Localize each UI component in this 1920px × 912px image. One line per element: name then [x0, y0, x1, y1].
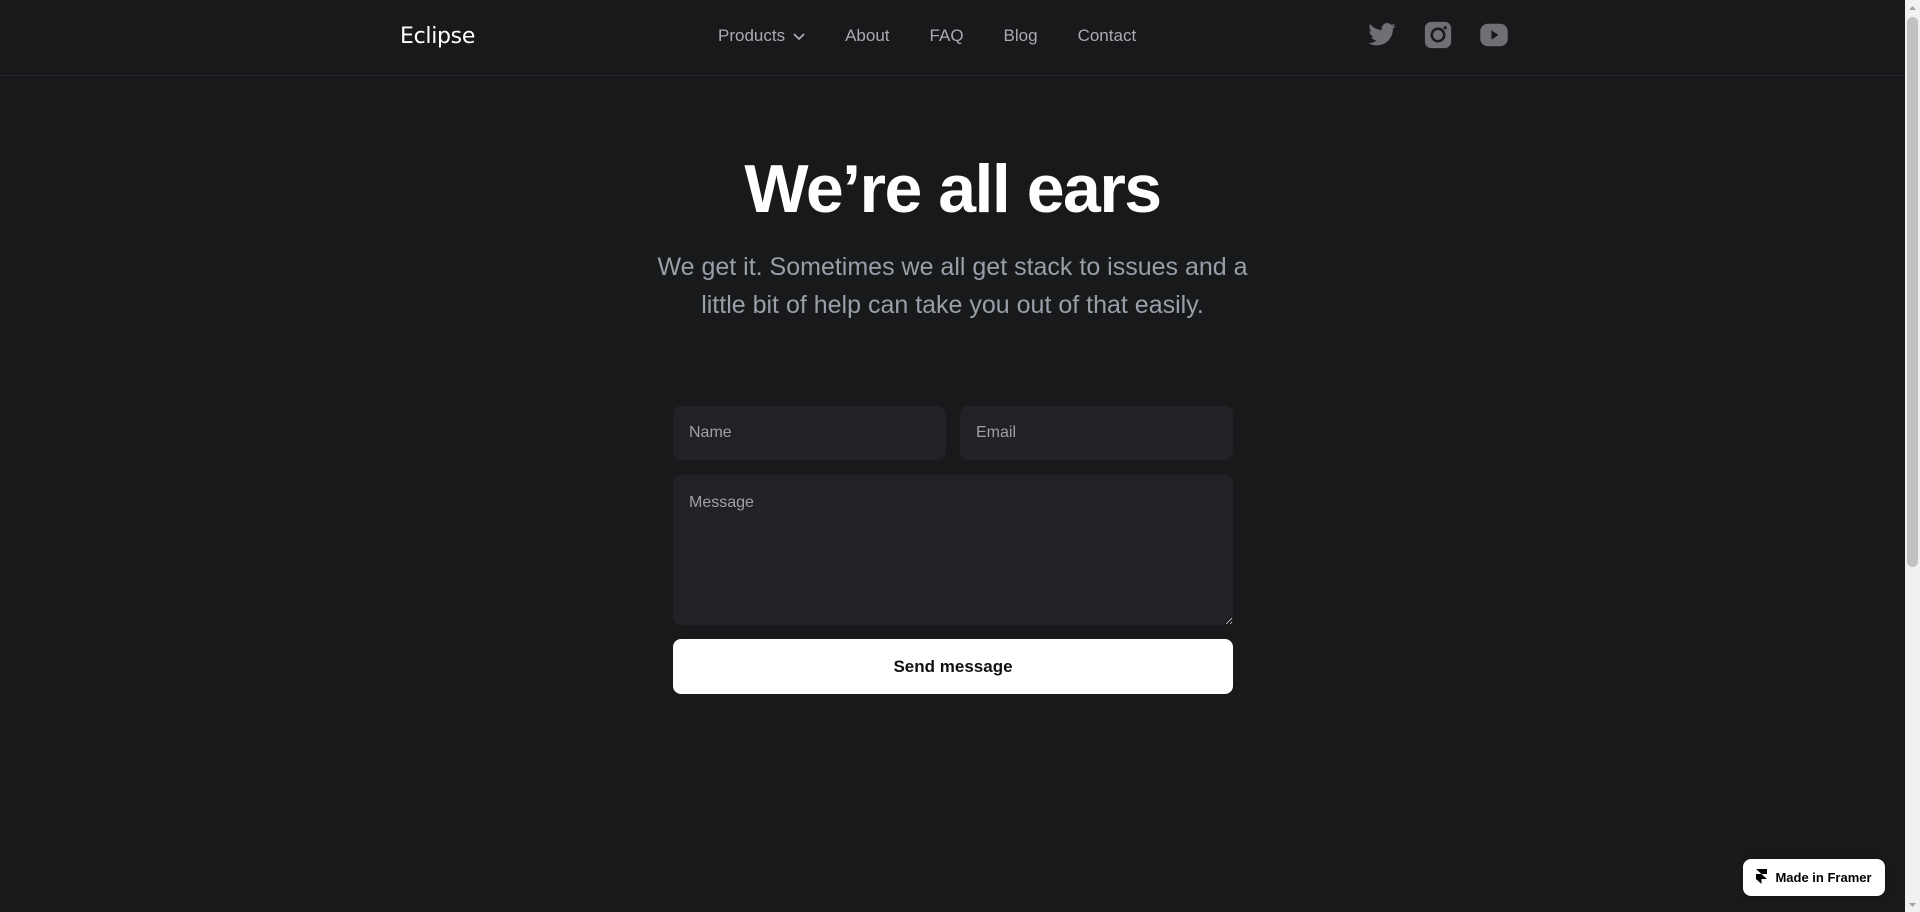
page-subtitle: We get it. Sometimes we all get stack to… [657, 253, 1248, 319]
nav-item-faq[interactable]: FAQ [930, 26, 964, 46]
brand-name: Eclipse [400, 23, 476, 49]
framer-icon [1756, 868, 1768, 887]
nav-item-about[interactable]: About [845, 26, 889, 46]
message-field[interactable] [673, 475, 1233, 625]
page-scrollbar[interactable] [1905, 0, 1920, 912]
brand-logo[interactable]: Eclipse [376, 14, 475, 58]
badge-label: Made in Framer [1775, 870, 1872, 885]
twitter-icon[interactable] [1367, 20, 1397, 50]
main-nav: Products About FAQ Blog Contact [718, 0, 1136, 72]
nav-item-contact[interactable]: Contact [1078, 26, 1137, 46]
page-title: We’re all ears [744, 151, 1162, 227]
contact-form: Send message [673, 406, 1233, 694]
site-header: Eclipse Products About FAQ Blog Contact [0, 0, 1905, 76]
scroll-up-arrow-icon[interactable] [1905, 0, 1920, 15]
youtube-icon[interactable] [1479, 20, 1509, 50]
scroll-down-arrow-icon[interactable] [1905, 897, 1920, 912]
send-message-button[interactable]: Send message [673, 639, 1233, 694]
social-links [1367, 20, 1509, 50]
instagram-icon[interactable] [1423, 20, 1453, 50]
page: Eclipse Products About FAQ Blog Contact [0, 0, 1920, 912]
made-in-framer-badge[interactable]: Made in Framer [1743, 859, 1885, 896]
email-field[interactable] [960, 406, 1233, 460]
chevron-down-icon [793, 26, 805, 46]
scrollbar-thumb[interactable] [1907, 17, 1918, 567]
nav-item-blog[interactable]: Blog [1004, 26, 1038, 46]
form-row [673, 406, 1233, 460]
nav-item-products[interactable]: Products [718, 26, 805, 46]
nav-item-label: Products [718, 26, 786, 45]
name-field[interactable] [673, 406, 946, 460]
